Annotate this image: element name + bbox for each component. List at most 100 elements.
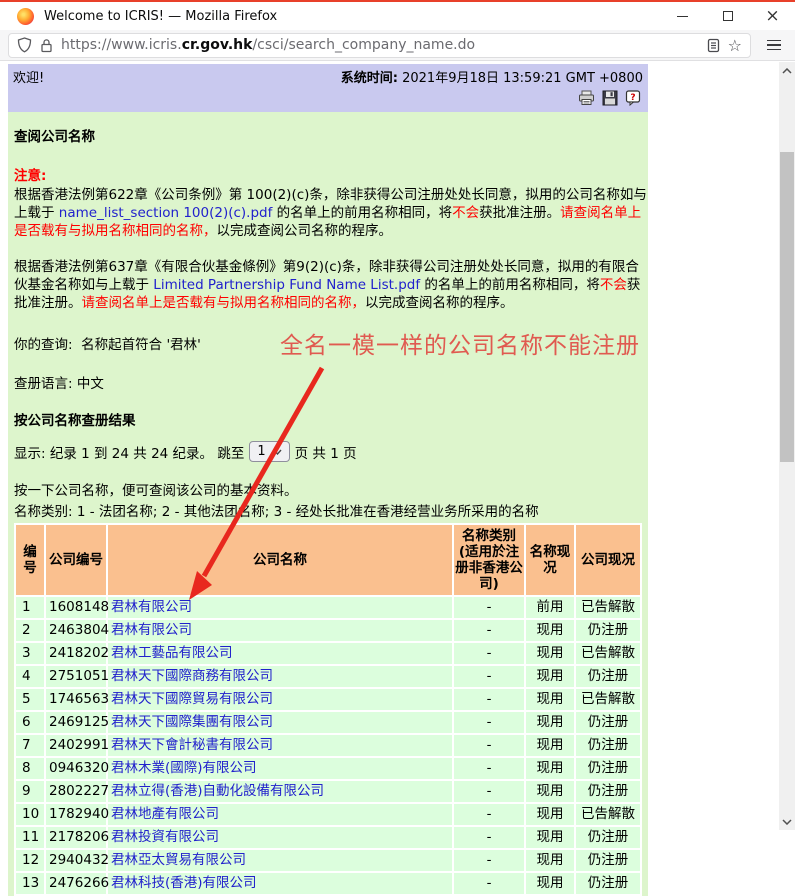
company-name-link[interactable]: 君林投資有限公司	[111, 829, 219, 845]
company-status-value: 仍注册	[576, 781, 640, 802]
name-status-value: 现用	[526, 643, 574, 664]
company-number: 2418202	[46, 643, 106, 664]
header-row-number: 编号	[16, 525, 44, 595]
company-status-value: 仍注册	[576, 873, 640, 894]
notice-label: 注意:	[14, 164, 642, 184]
vertical-scrollbar[interactable]	[779, 62, 795, 830]
company-status-value: 已告解散	[576, 643, 640, 664]
company-status-value: 仍注册	[576, 758, 640, 779]
system-banner: 欢迎! 系统时间: 2021年9月18日 13:59:21 GMT +0800 …	[8, 64, 648, 112]
company-name-link[interactable]: 君林木業(國際)有限公司	[111, 760, 257, 776]
name-status-value: 现用	[526, 758, 574, 779]
row-number: 2	[16, 620, 44, 641]
menu-icon[interactable]	[759, 40, 789, 51]
table-row: 8 0946320 君林木業(國際)有限公司 - 现用 仍注册	[16, 758, 640, 779]
minimize-button[interactable]	[660, 2, 705, 30]
name-status-value: 现用	[526, 781, 574, 802]
name-status-value: 现用	[526, 689, 574, 710]
company-number: 2469125	[46, 712, 106, 733]
row-number: 4	[16, 666, 44, 687]
company-name-link[interactable]: 君林有限公司	[111, 622, 192, 638]
company-number: 1746563	[46, 689, 106, 710]
table-row: 12 2940432 君林亞太貿易有限公司 - 现用 仍注册	[16, 850, 640, 871]
bookmark-star-icon[interactable]: ☆	[728, 36, 742, 55]
table-row: 3 2418202 君林工藝品有限公司 - 现用 已告解散	[16, 643, 640, 664]
name-class-value: -	[454, 712, 524, 733]
browser-toolbar: https://www.icris.cr.gov.hk/csci/search_…	[0, 30, 795, 61]
shield-icon[interactable]	[17, 37, 32, 53]
table-row: 1 1608148 君林有限公司 - 前用 已告解散	[16, 597, 640, 618]
row-number: 11	[16, 827, 44, 848]
name-class-value: -	[454, 735, 524, 756]
company-status-value: 仍注册	[576, 735, 640, 756]
company-number: 2463804	[46, 620, 106, 641]
table-row: 11 2178206 君林投資有限公司 - 现用 仍注册	[16, 827, 640, 848]
header-name-class: 名称类别 (适用於注册非香港公司)	[454, 525, 524, 595]
company-status-value: 已告解散	[576, 689, 640, 710]
url-text[interactable]: https://www.icris.cr.gov.hk/csci/search_…	[61, 37, 699, 53]
company-status-value: 仍注册	[576, 620, 640, 641]
maximize-button[interactable]	[705, 2, 750, 30]
maximize-icon	[723, 11, 733, 21]
page-body: 查阅公司名称 注意: 根据香港法例第622章《公司条例》第 100(2)(c)条…	[8, 112, 648, 896]
scroll-down-icon[interactable]	[779, 813, 795, 830]
company-status-value: 仍注册	[576, 666, 640, 687]
name-class-value: -	[454, 781, 524, 802]
notice-paragraph-2: 根据香港法例第637章《有限合伙基金條例》第9(2)(c)条，除非获得公司注册处…	[14, 258, 650, 312]
svg-text:?: ?	[630, 93, 635, 103]
company-name-link[interactable]: 君林立得(香港)自動化設備有限公司	[111, 783, 324, 799]
company-name-link[interactable]: 君林亞太貿易有限公司	[111, 852, 246, 868]
company-name-link[interactable]: 君林天下國際集團有限公司	[111, 714, 273, 730]
company-name-link[interactable]: 君林天下國際商務有限公司	[111, 668, 273, 684]
select-chevron-icon	[273, 449, 282, 455]
welcome-text: 欢迎!	[13, 67, 44, 86]
reader-mode-icon[interactable]	[707, 38, 720, 53]
table-row: 9 2802227 君林立得(香港)自動化設備有限公司 - 现用 仍注册	[16, 781, 640, 802]
company-status-value: 仍注册	[576, 850, 640, 871]
name-class-value: -	[454, 620, 524, 641]
name-status-value: 现用	[526, 827, 574, 848]
name-class-value: -	[454, 850, 524, 871]
row-number: 13	[16, 873, 44, 894]
company-number: 1608148	[46, 597, 106, 618]
scroll-up-icon[interactable]	[779, 62, 795, 79]
company-name-link[interactable]: 君林地產有限公司	[111, 806, 219, 822]
table-row: 5 1746563 君林天下國際貿易有限公司 - 现用 已告解散	[16, 689, 640, 710]
print-icon[interactable]	[578, 90, 595, 106]
name-status-value: 现用	[526, 712, 574, 733]
name-status-value: 现用	[526, 666, 574, 687]
table-row: 6 2469125 君林天下國際集團有限公司 - 现用 仍注册	[16, 712, 640, 733]
table-header-row: 编号 公司编号 公司名称 名称类别 (适用於注册非香港公司) 名称现况 公司现况	[16, 525, 640, 595]
company-name-link[interactable]: 君林工藝品有限公司	[111, 645, 233, 661]
company-name-link[interactable]: 君林科技(香港)有限公司	[111, 875, 257, 891]
company-number: 2751051	[46, 666, 106, 687]
company-name-link[interactable]: 君林天下國際貿易有限公司	[111, 691, 273, 707]
name-class-value: -	[454, 758, 524, 779]
company-name-link[interactable]: 君林有限公司	[111, 599, 192, 615]
page-title: 查阅公司名称	[14, 125, 642, 145]
header-company-number: 公司编号	[46, 525, 106, 595]
save-icon[interactable]	[602, 90, 618, 106]
results-tbody: 1 1608148 君林有限公司 - 前用 已告解散 2 2463804 君林有…	[16, 597, 640, 894]
name-class-value: -	[454, 873, 524, 894]
pagination-line: 显示: 纪录 1 到 24 共 24 纪录。 跳至 1 页 共 1 页	[14, 441, 642, 462]
lpf-name-list-pdf-link[interactable]: Limited Partnership Fund Name List.pdf	[153, 277, 420, 293]
lock-icon[interactable]	[40, 38, 53, 53]
company-name-link[interactable]: 君林天下會計秘書有限公司	[111, 737, 273, 753]
red-annotation-text: 全名一模一样的公司名称不能注册	[280, 326, 640, 360]
company-number: 2402991	[46, 735, 106, 756]
help-icon[interactable]: ?	[625, 90, 641, 106]
page-viewport: 欢迎! 系统时间: 2021年9月18日 13:59:21 GMT +0800 …	[0, 62, 779, 830]
table-row: 13 2476266 君林科技(香港)有限公司 - 现用 仍注册	[16, 873, 640, 894]
header-name-status: 名称现况	[526, 525, 574, 595]
header-company-name: 公司名称	[108, 525, 452, 595]
scrollbar-thumb[interactable]	[780, 152, 794, 462]
name-status-value: 现用	[526, 873, 574, 894]
close-button[interactable]: ×	[750, 2, 795, 30]
row-number: 3	[16, 643, 44, 664]
company-number: 2940432	[46, 850, 106, 871]
window-title: Welcome to ICRIS! — Mozilla Firefox	[44, 9, 277, 24]
name-list-pdf-link[interactable]: name_list_section 100(2)(c).pdf	[59, 205, 273, 221]
page-select[interactable]: 1	[249, 441, 289, 462]
url-bar[interactable]: https://www.icris.cr.gov.hk/csci/search_…	[8, 33, 751, 58]
